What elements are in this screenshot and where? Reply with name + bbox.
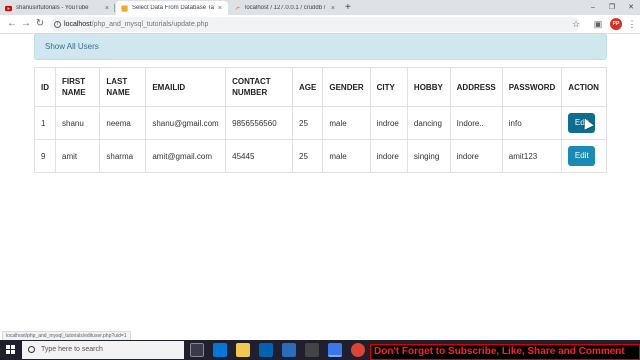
windows-start-icon[interactable] [6,345,16,355]
alert-text: Show All Users [45,42,99,51]
header-last-name: LAST NAME [99,67,147,107]
table-row: 9 amit sharma amit@gmail.com 45445 25 ma… [34,139,607,173]
cell-email: shanu@gmail.com [145,106,227,140]
tab-label: localhost / 127.0.0.1 / cruddb / u [245,5,327,11]
taskbar-search-input[interactable]: Type here to search ♪ [22,341,198,359]
tab-phpmyadmin[interactable]: localhost / 127.0.0.1 / cruddb / u × [229,1,341,15]
task-view-icon[interactable] [190,343,204,357]
cell-last-name: sharma [99,139,147,173]
cell-age: 25 [292,106,324,140]
star-icon[interactable]: ☆ [570,18,582,30]
header-city: CITY [369,67,408,107]
header-first-name: FIRST NAME [54,67,101,107]
cell-city: indroe [369,106,408,140]
tab-select-data[interactable]: Select Data From Database Table × [116,1,228,15]
tab-label: Select Data From Database Table [132,5,214,11]
edit-button[interactable]: Edit [568,146,596,166]
header-emailid: EMAILID [145,67,227,107]
forward-button[interactable]: → [20,18,32,30]
header-hobby: HOBBY [406,67,451,107]
file-explorer-icon[interactable] [236,343,250,357]
address-host: localhost [64,21,92,28]
reload-button[interactable]: ↻ [34,18,46,30]
address-path: /php_and_mysql_tutorials/update.php [91,21,209,28]
cell-email: amit@gmail.com [145,139,227,173]
header-id: ID [34,67,56,107]
cell-first-name: shanu [54,106,101,140]
cell-hobby: dancing [406,106,451,140]
subscribe-banner: Don't Forget to Subscribe, Like, Share a… [370,344,640,360]
header-address: ADDRESS [449,67,503,107]
cell-hobby: singing [406,139,451,173]
extension-icon[interactable]: ▣ [592,18,604,30]
vscode-icon[interactable] [328,343,342,357]
cell-first-name: amit [54,139,101,173]
chrome-icon[interactable] [351,343,365,357]
cell-password: amit123 [501,139,563,173]
cell-password: info [501,106,563,140]
tab-close-icon[interactable]: × [105,5,109,12]
cell-contact: 9856556560 [225,106,294,140]
table-row: 1 shanu neema shanu@gmail.com 9856556560… [34,106,607,140]
phpmyadmin-icon [234,6,241,10]
cell-city: indore [369,139,408,173]
cell-address: Indore.. [449,106,503,140]
cell-action: Edit [561,139,607,173]
page-icon [121,4,128,12]
tab-strip: shanusirtutorials - YouTube × Select Dat… [0,0,640,15]
header-contact-number: CONTACT NUMBER [225,67,294,107]
header-age: AGE [292,67,324,107]
minimize-button[interactable]: – [584,0,602,15]
cell-last-name: neema [99,106,147,140]
info-icon[interactable]: i [54,21,61,28]
header-action: ACTION [561,67,607,107]
tab-label: shanusirtutorials - YouTube [16,5,89,11]
browser-toolbar: ← → ↻ i localhost/php_and_mysql_tutorials… [0,15,640,34]
mail-icon[interactable] [282,343,296,357]
table-header-row: ID FIRST NAME LAST NAME EMAILID CONTACT … [34,67,607,107]
tab-close-icon[interactable]: × [218,5,222,12]
menu-icon[interactable]: ⋮ [626,18,638,30]
cell-age: 25 [292,139,324,173]
users-table: ID FIRST NAME LAST NAME EMAILID CONTACT … [34,67,607,173]
cell-address: indore [449,139,503,173]
search-icon [28,346,35,353]
profile-avatar[interactable]: PP [610,18,622,30]
cell-contact: 45445 [225,139,294,173]
youtube-icon [5,5,12,11]
cell-id: 1 [34,106,56,140]
back-button[interactable]: ← [6,18,18,30]
restore-button[interactable]: ❐ [603,0,621,15]
cell-gender: male [322,139,371,173]
edge-icon[interactable] [213,343,227,357]
show-all-users-alert[interactable]: Show All Users [34,33,607,60]
cell-gender: male [322,106,371,140]
search-placeholder: Type here to search [41,346,103,353]
header-password: PASSWORD [501,67,563,107]
tab-youtube[interactable]: shanusirtutorials - YouTube × [0,1,115,15]
header-gender: GENDER [322,67,371,107]
address-bar[interactable]: i localhost/php_and_mysql_tutorials/updat… [50,17,580,32]
close-window-button[interactable]: ✕ [622,0,640,15]
cell-id: 9 [34,139,56,173]
new-tab-button[interactable]: + [345,1,351,14]
tab-close-icon[interactable]: × [331,5,335,12]
store-icon[interactable] [259,343,273,357]
app-icon[interactable] [305,343,319,357]
